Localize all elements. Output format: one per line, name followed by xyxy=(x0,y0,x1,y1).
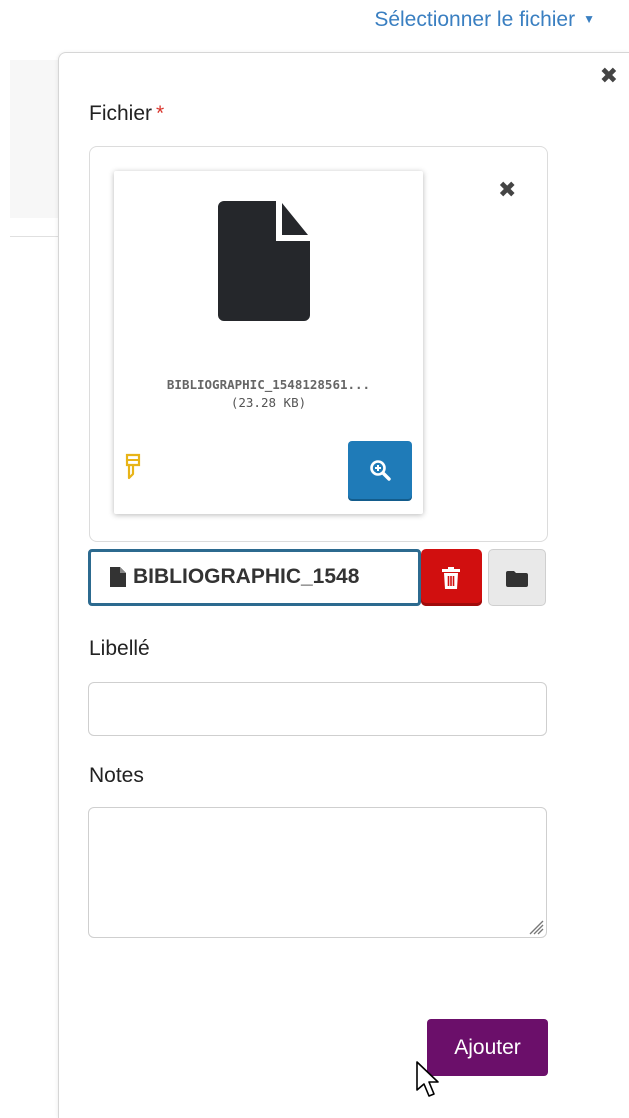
remove-preview-icon[interactable]: ✖ xyxy=(498,177,516,203)
notes-label: Notes xyxy=(89,764,144,787)
file-preview-name: BIBLIOGRAPHIC_1548128561... xyxy=(166,377,371,392)
upload-panel: ✖ Fichier * BIBLIOGRAPHIC_1548128561... (… xyxy=(58,52,629,1118)
caret-down-icon: ▼ xyxy=(583,12,595,26)
libelle-label: Libellé xyxy=(89,637,150,660)
libelle-input[interactable] xyxy=(88,682,547,736)
panel-close-icon[interactable]: ✖ xyxy=(600,63,618,89)
file-label-text: Fichier xyxy=(89,102,153,125)
top-bar: Sélectionner le fichier ▼ xyxy=(0,0,629,50)
thumb-down-icon[interactable] xyxy=(124,453,142,481)
add-button[interactable]: Ajouter xyxy=(427,1019,548,1076)
file-icon xyxy=(218,201,310,321)
selected-file-name: BIBLIOGRAPHIC_1548 xyxy=(133,565,360,588)
mouse-cursor-icon xyxy=(416,1061,439,1097)
file-preview-card: BIBLIOGRAPHIC_1548128561... (23.28 KB) xyxy=(114,171,423,514)
zoom-in-icon xyxy=(370,460,391,481)
file-dropzone[interactable]: BIBLIOGRAPHIC_1548128561... (23.28 KB) ✖ xyxy=(89,146,548,542)
resize-grip-icon[interactable] xyxy=(528,919,544,935)
select-file-label: Sélectionner le fichier xyxy=(374,8,576,31)
trash-icon xyxy=(442,567,460,589)
file-field-label: Fichier * xyxy=(89,102,164,126)
delete-file-button[interactable] xyxy=(421,549,482,606)
notes-textarea[interactable] xyxy=(88,807,547,938)
file-preview-size: (23.28 KB) xyxy=(230,395,307,410)
document-icon xyxy=(110,567,126,587)
required-mark: * xyxy=(156,102,165,125)
browse-file-button[interactable] xyxy=(488,549,546,606)
folder-icon xyxy=(506,571,528,587)
select-file-dropdown[interactable]: Sélectionner le fichier ▼ xyxy=(374,8,595,32)
selected-file-field[interactable]: BIBLIOGRAPHIC_1548 xyxy=(88,549,421,606)
zoom-preview-button[interactable] xyxy=(348,441,412,499)
